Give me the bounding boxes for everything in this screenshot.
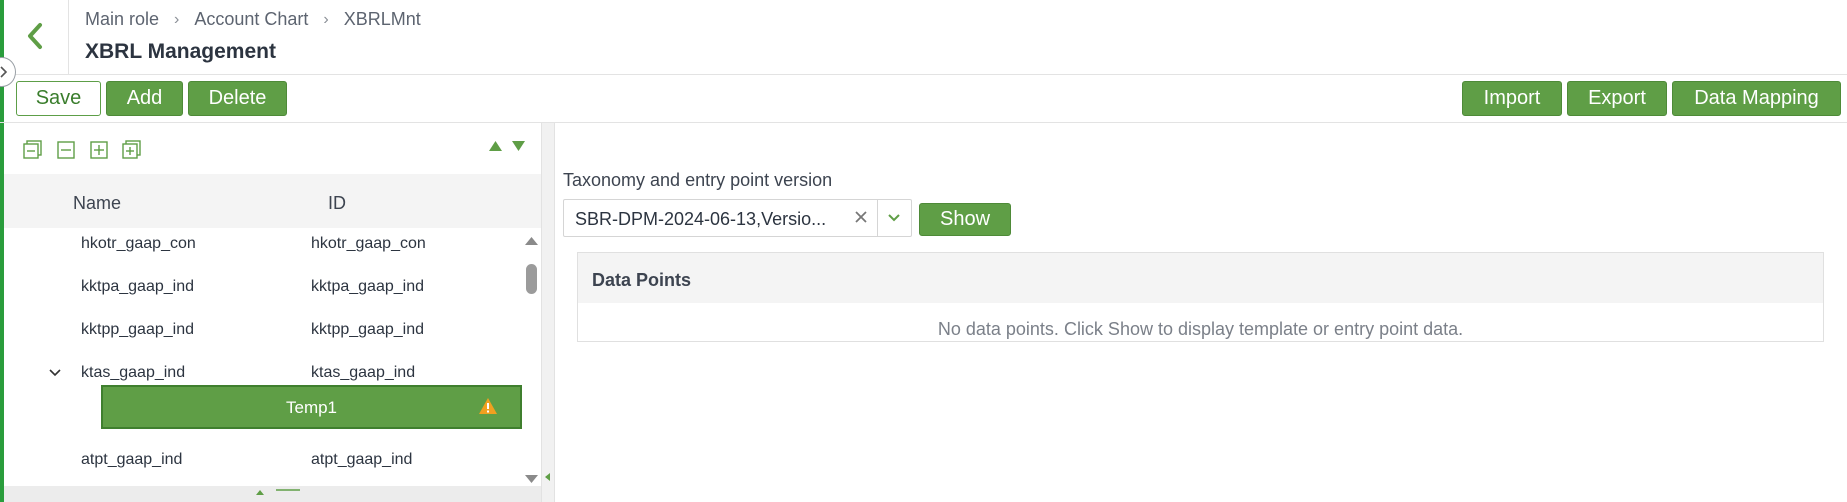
add-button[interactable]: Add	[106, 81, 183, 116]
select-divider	[877, 200, 878, 236]
taxonomy-select-value: SBR-DPM-2024-06-13,Versio...	[575, 209, 827, 229]
chevron-right-icon: ›	[174, 10, 180, 28]
column-header-id[interactable]: ID	[328, 193, 346, 214]
import-button[interactable]: Import	[1462, 81, 1562, 116]
collapse-icon[interactable]	[55, 139, 77, 161]
collapse-all-icon[interactable]	[22, 139, 44, 161]
row-id: atpt_gaap_ind	[311, 451, 413, 468]
tree-row[interactable]: atpt_gaap_ind atpt_gaap_ind	[4, 440, 524, 480]
breadcrumb-main-role[interactable]: Main role	[85, 9, 159, 30]
expand-all-icon[interactable]	[121, 139, 143, 161]
row-name: hkotr_gaap_con	[81, 235, 196, 252]
move-down-icon[interactable]	[511, 140, 526, 152]
tree-row-selected[interactable]: Temp1	[101, 385, 522, 429]
breadcrumb: Main role › Account Chart › XBRLMnt	[85, 9, 421, 30]
move-up-icon[interactable]	[488, 140, 503, 152]
tree-toolbar	[22, 139, 143, 161]
breadcrumb-xbrlmnt: XBRLMnt	[343, 9, 421, 29]
data-mapping-button[interactable]: Data Mapping	[1672, 81, 1841, 116]
chevron-down-icon[interactable]	[48, 365, 62, 383]
header-bottom-border	[0, 74, 1847, 75]
row-id: ktas_gaap_ind	[311, 364, 416, 381]
warning-icon	[478, 397, 498, 420]
data-points-title: Data Points	[592, 270, 692, 290]
delete-button[interactable]: Delete	[188, 81, 287, 116]
row-name: atpt_gaap_ind	[81, 451, 183, 468]
row-name: Temp1	[285, 398, 338, 417]
tree-row[interactable]: hkotr_gaap_con hkotr_gaap_con	[4, 224, 524, 264]
row-id: kktpa_gaap_ind	[311, 278, 424, 295]
chevron-down-icon[interactable]	[886, 210, 902, 231]
header-divider	[68, 0, 69, 74]
panel-splitter[interactable]	[541, 123, 555, 502]
taxonomy-select[interactable]: SBR-DPM-2024-06-13,Versio...	[563, 199, 912, 237]
chevron-right-icon	[0, 66, 8, 78]
tree-row[interactable]: kktpp_gaap_ind kktpp_gaap_ind	[4, 310, 524, 350]
scrollbar-thumb[interactable]	[526, 264, 537, 294]
row-id: kktpp_gaap_ind	[311, 321, 424, 338]
chevron-left-icon	[28, 23, 42, 49]
show-button[interactable]: Show	[919, 203, 1011, 236]
panel-resize-handle[interactable]	[4, 486, 542, 502]
sidebar-toggle[interactable]	[0, 57, 16, 87]
row-name: kktpa_gaap_ind	[81, 278, 194, 295]
toolbar-bottom-border	[0, 122, 1847, 123]
row-name: ktas_gaap_ind	[81, 364, 186, 381]
column-header-name[interactable]: Name	[73, 193, 121, 214]
page-title: XBRL Management	[85, 40, 276, 63]
chevron-right-icon: ›	[323, 10, 329, 28]
xbrl-management-page: Main role › Account Chart › XBRLMnt XBRL…	[0, 0, 1847, 502]
data-points-empty-message: No data points. Click Show to display te…	[937, 319, 1464, 339]
scroll-up-icon[interactable]	[523, 234, 540, 252]
save-button[interactable]: Save	[16, 81, 101, 116]
row-id: hkotr_gaap_con	[311, 235, 426, 252]
tree-row[interactable]: kktpa_gaap_ind kktpa_gaap_ind	[4, 267, 524, 307]
export-button[interactable]: Export	[1567, 81, 1667, 116]
move-arrows	[488, 140, 526, 152]
clear-icon[interactable]	[853, 208, 869, 231]
taxonomy-label: Taxonomy and entry point version	[563, 170, 833, 190]
back-button[interactable]	[18, 16, 52, 56]
expand-icon[interactable]	[88, 139, 110, 161]
data-points-header: Data Points	[578, 253, 1823, 303]
breadcrumb-account-chart[interactable]: Account Chart	[194, 9, 308, 30]
row-name: kktpp_gaap_ind	[81, 321, 194, 338]
data-points-panel: Data Points No data points. Click Show t…	[577, 252, 1824, 342]
